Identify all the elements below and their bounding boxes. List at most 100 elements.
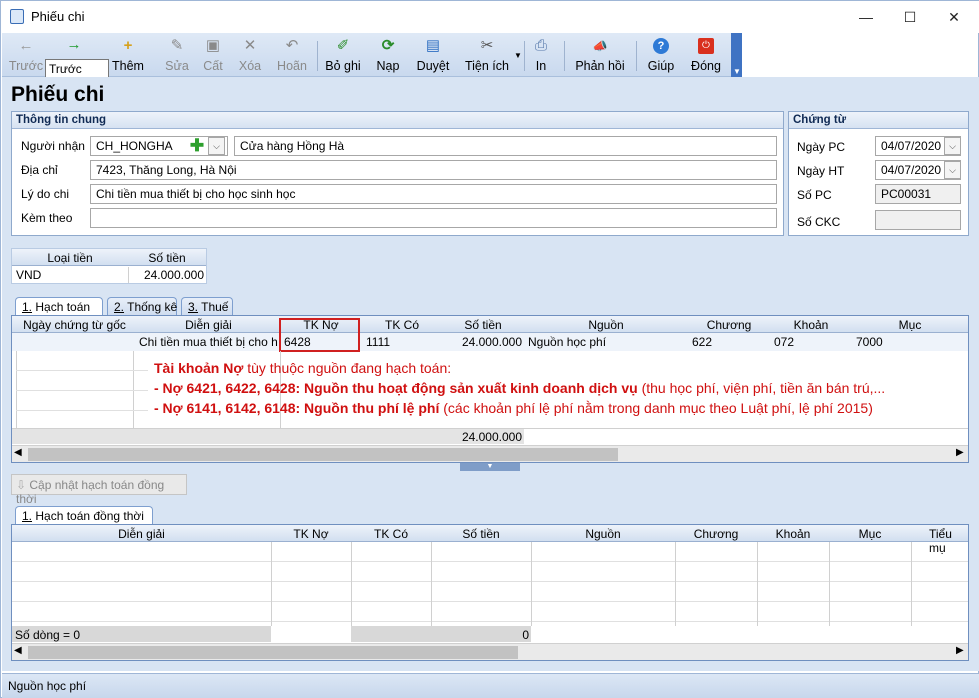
- close-window-button[interactable]: ✕: [931, 1, 977, 33]
- simultaneous-grid: Diễn giải TK Nợ TK Có Số tiền Nguồn Chươ…: [11, 524, 969, 661]
- currency-type-header: Loại tiền: [47, 251, 93, 265]
- row-count: Số dòng = 0: [15, 628, 81, 642]
- reason-field[interactable]: Chi tiền mua thiết bị cho học sinh học: [90, 184, 777, 204]
- page-title: Phiếu chi: [11, 83, 105, 106]
- date-ht-picker[interactable]: ⌵: [944, 161, 961, 179]
- row-amount[interactable]: 24.000.000: [444, 335, 522, 349]
- divider: [829, 542, 830, 626]
- scroll-right-icon[interactable]: ▶: [956, 447, 964, 458]
- col2-subitem: Tiểu mụ: [929, 527, 952, 555]
- col2-debit: TK Nợ: [293, 527, 329, 541]
- divider: [12, 561, 968, 562]
- row-source[interactable]: Nguồn học phí: [528, 335, 606, 349]
- printer-icon: ⎙: [534, 37, 547, 54]
- reload-label: Nạp: [376, 59, 400, 73]
- tab-statistics[interactable]: 2. Thống kê: [107, 297, 177, 315]
- summary-row: Số dòng = 0 0: [12, 626, 968, 643]
- close-form-button[interactable]: ⏻ Đóng: [688, 33, 724, 77]
- help-button[interactable]: ? Giúp: [644, 33, 678, 77]
- table-row[interactable]: Chi tiền mua thiết bị cho h... 6428 1111…: [12, 333, 968, 351]
- tools-icon: ✂: [480, 37, 494, 54]
- utilities-button[interactable]: ✂ Tiện ích: [462, 33, 512, 77]
- arrow-down-icon: ⇩: [16, 478, 30, 492]
- defer-label: Hoãn: [277, 59, 307, 73]
- attachment-field[interactable]: [90, 208, 777, 228]
- note-line-3-bold: - Nợ 6141, 6142, 6148: Nguồn thu phí lệ …: [154, 400, 440, 416]
- accounting-grid: Ngày chứng từ gốc Diễn giải TK Nợ TK Có …: [11, 315, 969, 463]
- maximize-button[interactable]: ☐: [887, 1, 933, 33]
- horizontal-scrollbar[interactable]: ◀ ▶: [12, 445, 968, 462]
- tab-number: 1.: [22, 300, 33, 314]
- feedback-button[interactable]: 📣 Phản hồi: [574, 33, 626, 77]
- divider: [12, 621, 968, 622]
- row-section[interactable]: 072: [774, 335, 794, 349]
- simultaneous-grid-header: Diễn giải TK Nợ TK Có Số tiền Nguồn Chươ…: [12, 525, 968, 555]
- note-line-2: - Nợ 6421, 6422, 6428: Nguồn thu hoạt độ…: [154, 380, 885, 396]
- total-amount: 24.000.000: [461, 430, 522, 444]
- note-line-1-bold: Tài khoản Nợ: [154, 360, 244, 376]
- dropdown-arrow-icon[interactable]: ▼: [514, 51, 522, 60]
- recipient-name-field[interactable]: Cửa hàng Hồng Hà: [234, 136, 777, 156]
- save-label: Cất: [203, 59, 223, 73]
- row-chapter[interactable]: 622: [692, 335, 712, 349]
- recipient-dropdown[interactable]: ⌵: [208, 137, 225, 155]
- tab-accounting[interactable]: 1. Hạch toán: [15, 297, 103, 315]
- divider: [16, 390, 148, 391]
- update-simultaneous-button[interactable]: ⇩ Cập nhật hạch toán đồng thời: [11, 474, 187, 506]
- tab-simultaneous-label: Hạch toán đồng thời: [32, 509, 144, 523]
- arrow-left-icon: ←: [18, 37, 34, 54]
- scroll-left-icon[interactable]: ◀: [14, 645, 22, 656]
- status-text: Nguồn học phí: [8, 679, 87, 693]
- address-field[interactable]: 7423, Thăng Long, Hà Nội: [90, 160, 777, 180]
- date-pc-picker[interactable]: ⌵: [944, 137, 961, 155]
- scroll-thumb[interactable]: [28, 448, 618, 461]
- currency-type-cell[interactable]: VND: [16, 268, 41, 282]
- col-description: Diễn giải: [185, 318, 232, 332]
- delete-icon: ✕: [243, 37, 257, 54]
- chevron-down-icon: ⌵: [949, 164, 956, 175]
- status-bar: Nguồn học phí: [2, 673, 979, 698]
- save-icon: ▣: [205, 37, 221, 54]
- tooltip: Trước (F7): [45, 59, 109, 90]
- print-button[interactable]: ⎙ In: [528, 33, 554, 77]
- reload-button[interactable]: ⟳ Nạp: [372, 33, 404, 77]
- horizontal-scrollbar-2[interactable]: ◀ ▶: [12, 643, 968, 660]
- unpost-button[interactable]: ✐ Bỏ ghi: [322, 33, 364, 77]
- feedback-label: Phản hồi: [575, 59, 625, 73]
- currency-amount-cell[interactable]: 24.000.000: [130, 268, 204, 282]
- scroll-right-icon[interactable]: ▶: [956, 645, 964, 656]
- scroll-thumb[interactable]: [28, 646, 518, 659]
- minimize-button[interactable]: —: [843, 1, 889, 33]
- divider: [271, 542, 272, 626]
- scroll-left-icon[interactable]: ◀: [14, 447, 22, 458]
- browse-button[interactable]: ▤ Duyệt: [412, 33, 454, 77]
- col2-source: Nguồn: [585, 527, 621, 541]
- save-button[interactable]: ▣ Cất: [198, 33, 228, 77]
- delete-button[interactable]: ✕ Xóa: [235, 33, 265, 77]
- so-ckc-label: Số CKC: [797, 215, 841, 229]
- col-amount: Số tiền: [464, 318, 502, 332]
- splitter-handle[interactable]: ▼: [460, 463, 520, 471]
- address-label: Địa chỉ: [21, 163, 58, 177]
- note-line-2-bold: - Nợ 6421, 6422, 6428: Nguồn thu hoạt độ…: [154, 380, 638, 396]
- tab-tax-label: Thuế: [198, 300, 229, 314]
- print-label: In: [535, 59, 547, 73]
- add-button[interactable]: + Thêm: [109, 33, 147, 77]
- so-ckc-field[interactable]: [875, 210, 961, 230]
- add-doc-icon: +: [123, 37, 133, 54]
- tab-tax[interactable]: 3. Thuế: [181, 297, 233, 315]
- so-pc-field[interactable]: PC00031: [875, 184, 961, 204]
- edit-button[interactable]: ✎ Sửa: [160, 33, 194, 77]
- row-item[interactable]: 7000: [856, 335, 883, 349]
- previous-button[interactable]: ← Trước: [6, 33, 46, 77]
- note-line-3: - Nợ 6141, 6142, 6148: Nguồn thu phí lệ …: [154, 400, 873, 416]
- defer-button[interactable]: ↶ Hoãn: [272, 33, 312, 77]
- add-recipient-icon[interactable]: ✚: [189, 137, 205, 154]
- tab-statistics-label: Thống kê: [124, 300, 178, 314]
- toolbar-overflow-button[interactable]: ▼: [731, 33, 742, 77]
- toolbar: ← Trước → + Thêm ✎ Sửa ▣ Cất ✕ Xóa ↶ Hoãn ✐ Bỏ …: [2, 33, 742, 77]
- row-description[interactable]: Chi tiền mua thiết bị cho h...: [139, 335, 278, 349]
- col-credit: TK Có: [384, 318, 419, 332]
- row-credit[interactable]: 1111: [366, 335, 390, 349]
- tab-simultaneous[interactable]: 1. Hạch toán đồng thời: [15, 506, 153, 524]
